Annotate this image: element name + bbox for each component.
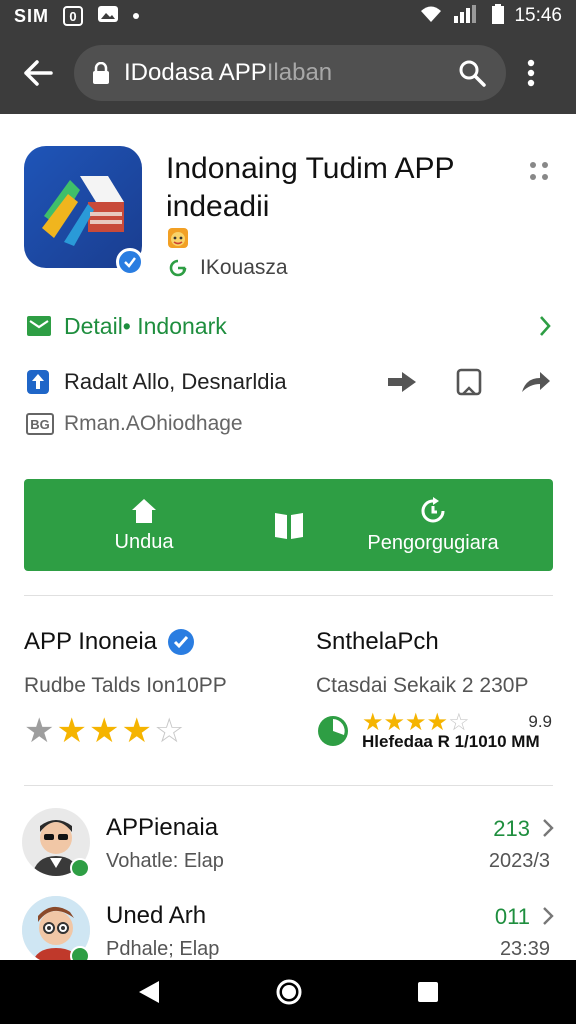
star-rating-left: ★ ★ ★ ★ ☆	[24, 714, 284, 748]
stat-right-title: SnthelaPch	[316, 628, 439, 655]
top-toolbar: IDodasa APPIlaban	[0, 32, 576, 114]
review-sub: Pdhale; Elap	[106, 938, 220, 960]
meta-text: Radalt Allo, Desnarldia	[64, 369, 287, 394]
more-notifications-dot	[133, 13, 140, 19]
wifi-icon	[420, 5, 442, 28]
review-date: 23:39	[499, 938, 550, 960]
status-time: 15:46	[514, 5, 562, 26]
image-notification-icon	[97, 5, 119, 28]
chevron-right-icon	[540, 316, 551, 336]
detail-link-text: Detail• Indonark	[64, 312, 227, 339]
review-count: 213	[493, 816, 530, 841]
chevron-right-icon	[543, 907, 554, 925]
more-vert-icon	[527, 59, 535, 87]
divider	[24, 785, 553, 786]
rating-emoji-icon	[166, 226, 190, 250]
search-button[interactable]	[452, 53, 492, 93]
forward-icon[interactable]	[386, 370, 418, 394]
system-nav-bar	[0, 960, 576, 1024]
lock-icon	[90, 60, 112, 86]
star-full-icon: ★	[88, 712, 120, 750]
book-icon	[275, 513, 303, 539]
star-outline-icon: ☆	[153, 712, 185, 750]
action-bar: Undua Pengorgugiara	[24, 479, 553, 571]
battery-icon	[492, 3, 505, 29]
signal-icon	[452, 4, 482, 28]
search-icon	[459, 60, 486, 87]
upload-badge-icon	[27, 370, 49, 394]
search-field[interactable]: IDodasa APPIlaban	[74, 45, 506, 101]
review-date: 2023/3	[488, 850, 550, 872]
search-query[interactable]: IDodasa APPIlaban	[124, 59, 332, 87]
app-title-line1: Indonaing Tudim APP	[166, 152, 455, 185]
carrier-label: SIM	[14, 5, 50, 26]
detail-link-row[interactable]: Detail• Indonark	[26, 308, 552, 344]
nav-recents-icon[interactable]	[417, 981, 439, 1003]
chevron-right-icon	[543, 819, 554, 837]
star-full-icon: ★	[121, 712, 152, 750]
category-badge: BG	[26, 413, 54, 435]
pie-progress-icon	[318, 716, 348, 746]
notification-badge: 0	[63, 6, 84, 26]
search-query-main: IDodasa APP	[124, 59, 267, 86]
rating-score-block: ★ ★ ★ ★ ☆ 9.9 Hlefedaa R 1/1010 MM	[316, 709, 556, 752]
status-bar: SIM 0 15:46	[0, 0, 576, 32]
install-label: Undua	[114, 530, 174, 553]
install-button[interactable]: Undua	[24, 497, 264, 554]
refresh-icon	[169, 259, 187, 277]
divider	[24, 595, 553, 596]
category-text: Rman.AOhiodhage	[64, 412, 243, 435]
stat-right-sub: Ctasdai Sekaik 2 230P	[316, 674, 529, 697]
review-name: Uned Arh	[106, 902, 207, 929]
rating-score: 9.9	[528, 712, 552, 731]
online-badge	[70, 858, 90, 878]
verified-icon	[168, 629, 194, 655]
update-button[interactable]: Pengorgugiara	[314, 496, 552, 555]
update-label: Pengorgugiara	[367, 531, 499, 554]
app-options-button[interactable]	[526, 158, 552, 184]
developer-name: IKouasza	[200, 256, 288, 279]
meta-row: Radalt Allo, Desnarldia	[26, 364, 552, 400]
stat-left-title: APP Inoneia	[24, 628, 157, 655]
review-name: APPienaia	[106, 814, 219, 841]
app-title-line2: indeadii	[166, 190, 270, 223]
nav-back-icon[interactable]	[137, 979, 161, 1005]
overflow-menu-button[interactable]	[516, 51, 546, 95]
review-item[interactable]: APPienaia Vohatle: Elap 213 2023/3	[22, 808, 554, 882]
mail-icon	[27, 316, 51, 336]
back-button[interactable]	[16, 51, 60, 95]
search-query-suffix: Ilaban	[266, 59, 333, 86]
stat-rating-right: SnthelaPch Ctasdai Sekaik 2 230P ★ ★ ★ ★…	[316, 628, 556, 752]
stat-rating-left: APP Inoneia Rudbe Talds Ion10PP ★ ★ ★ ★ …	[24, 628, 284, 748]
star-full-icon: ★	[56, 712, 87, 750]
review-item[interactable]: Uned Arh Pdhale; Elap 011 23:39	[22, 896, 554, 970]
stat-left-sub: Rudbe Talds Ion10PP	[24, 674, 227, 697]
home-icon	[132, 498, 156, 523]
review-sub: Vohatle: Elap	[106, 850, 224, 872]
review-count: 011	[494, 904, 530, 929]
bookmark-icon[interactable]	[456, 368, 482, 396]
rating-footer: Hlefedaa R 1/1010 MM	[362, 732, 540, 751]
library-button[interactable]	[264, 509, 314, 541]
nav-home-icon[interactable]	[275, 978, 303, 1006]
share-icon[interactable]	[520, 370, 552, 394]
developer-row[interactable]: IKouasza	[166, 256, 288, 280]
category-row: BG Rman.AOhiodhage	[26, 412, 243, 436]
refresh-circle-icon	[421, 496, 445, 522]
app-title: Indonaing Tudim APP indeadii	[166, 150, 526, 226]
back-arrow-icon	[24, 60, 53, 86]
star-empty-icon: ★	[24, 712, 55, 750]
grid-dots-icon	[530, 162, 548, 180]
verified-badge-icon	[116, 248, 144, 276]
